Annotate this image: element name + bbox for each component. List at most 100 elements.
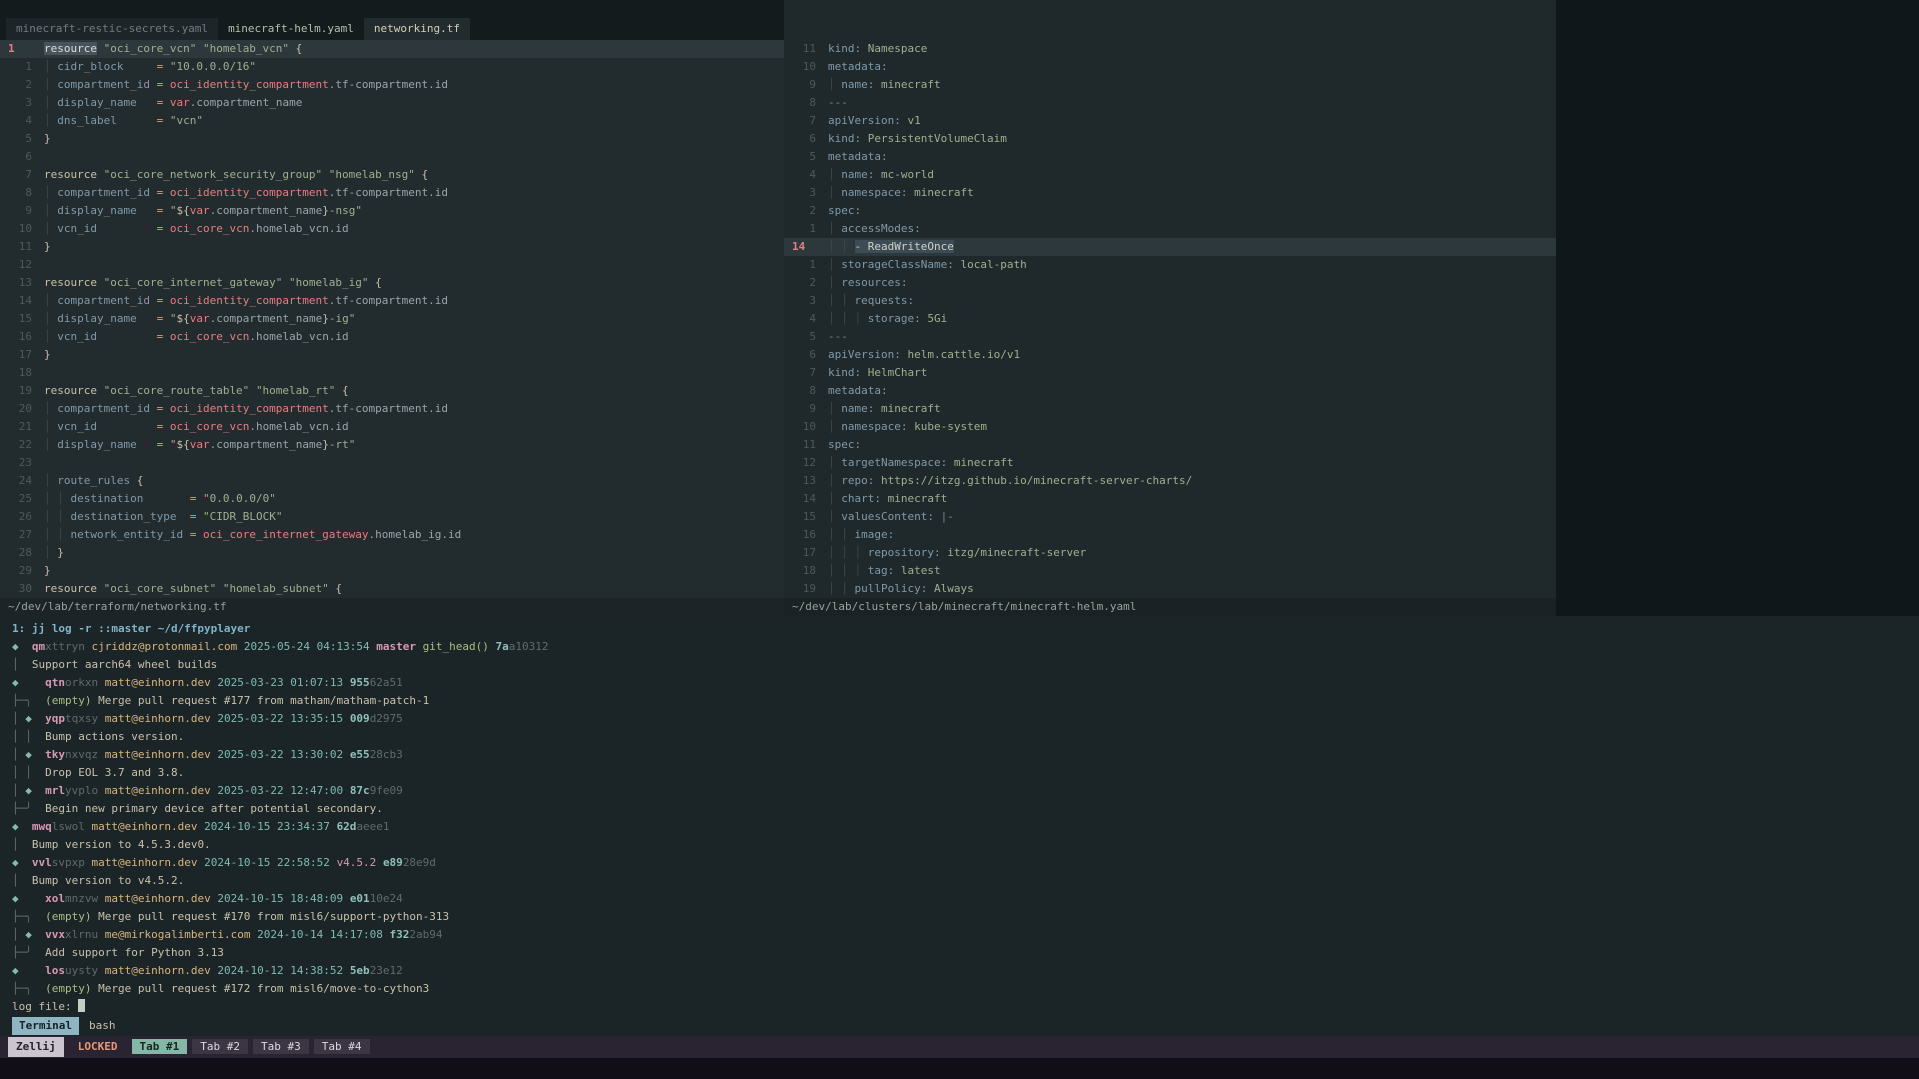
code-line[interactable]: 11spec: [784, 436, 1556, 454]
code-line[interactable]: 8--- [784, 94, 1556, 112]
code-line[interactable]: 1resource "oci_core_vcn" "homelab_vcn" { [0, 40, 784, 58]
tab-inactive[interactable]: Tab #4 [314, 1039, 370, 1054]
code-line[interactable]: 10│ namespace: kube-system [784, 418, 1556, 436]
code-line[interactable]: 21│ vcn_id = oci_core_vcn.homelab_vcn.id [0, 418, 784, 436]
line-number: 7 [784, 364, 818, 382]
buffer-tab[interactable]: minecraft-helm.yaml [218, 18, 364, 40]
code-line[interactable]: 11kind: Namespace [784, 40, 1556, 58]
terminal-prompt-line[interactable]: log file: [0, 998, 1919, 1016]
code-line[interactable]: 12 [0, 256, 784, 274]
code-line[interactable]: 2spec: [784, 202, 1556, 220]
token-p [163, 294, 170, 307]
code-line[interactable]: 15│ valuesContent: |- [784, 508, 1556, 526]
code-line[interactable]: 14│ compartment_id = oci_identity_compar… [0, 292, 784, 310]
left-file-path: ~/dev/lab/terraform/networking.tf [8, 600, 227, 613]
code-line[interactable]: 9│ name: minecraft [784, 76, 1556, 94]
token-k: spec: [828, 204, 861, 217]
code-line[interactable]: 9│ name: minecraft [784, 400, 1556, 418]
line-number: 3 [0, 94, 34, 112]
tab-active[interactable]: Tab #1 [132, 1039, 188, 1054]
code-line[interactable]: 4│ dns_label = "vcn" [0, 112, 784, 130]
code-line[interactable]: 12│ targetNamespace: minecraft [784, 454, 1556, 472]
code-line[interactable]: 8│ compartment_id = oci_identity_compart… [0, 184, 784, 202]
code-line[interactable]: 8metadata: [784, 382, 1556, 400]
token-s: "homelab_vcn" [203, 42, 289, 55]
token-oid2: aeee1 [356, 820, 389, 833]
code-line[interactable]: 13resource "oci_core_internet_gateway" "… [0, 274, 784, 292]
token-g: │ [44, 96, 51, 109]
code-line[interactable]: 15│ display_name = "${var.compartment_na… [0, 310, 784, 328]
code-line[interactable]: 1│ storageClassName: local-path [784, 256, 1556, 274]
code-line[interactable]: 27│ │ network_entity_id = oci_core_inter… [0, 526, 784, 544]
code-line[interactable]: 4│ │ │ storage: 5Gi [784, 310, 1556, 328]
pane-tab-terminal[interactable]: Terminal [12, 1017, 79, 1035]
code-line[interactable]: 7resource "oci_core_network_security_gro… [0, 166, 784, 184]
code-line[interactable]: 23 [0, 454, 784, 472]
code-line[interactable]: 5--- [784, 328, 1556, 346]
token-gh: git_head() [423, 640, 489, 653]
shell-name: bash [89, 1017, 116, 1035]
code-line[interactable]: 17} [0, 346, 784, 364]
code-line[interactable]: 3│ │ requests: [784, 292, 1556, 310]
token-p [137, 204, 157, 217]
right-editor-pane[interactable]: 11kind: Namespace10metadata:9│ name: min… [784, 0, 1556, 616]
code-line[interactable]: 2│ compartment_id = oci_identity_compart… [0, 76, 784, 94]
code-line[interactable]: 1│ cidr_block = "10.0.0.0/16" [0, 58, 784, 76]
code-line[interactable]: 24│ route_rules { [0, 472, 784, 490]
left-editor-pane[interactable]: minecraft-restic-secrets.yamlminecraft-h… [0, 0, 784, 616]
token-ts: 2025-03-22 13:30:02 [217, 748, 343, 761]
code-line[interactable]: 20│ compartment_id = oci_identity_compar… [0, 400, 784, 418]
code-line[interactable]: 1│ accessModes: [784, 220, 1556, 238]
code-line[interactable]: 18│ │ │ tag: latest [784, 562, 1556, 580]
code-line[interactable]: 26│ │ destination_type = "CIDR_BLOCK" [0, 508, 784, 526]
code-line[interactable]: 2│ resources: [784, 274, 1556, 292]
code-line[interactable]: 14│ chart: minecraft [784, 490, 1556, 508]
code-line[interactable]: 14│ │ - ReadWriteOnce [784, 238, 1556, 256]
token-s: itzg/minecraft-server [941, 546, 1087, 559]
code-line[interactable]: 6 [0, 148, 784, 166]
token-p [343, 784, 350, 797]
tab-inactive[interactable]: Tab #3 [253, 1039, 309, 1054]
code-line[interactable]: 7kind: HelmChart [784, 364, 1556, 382]
code-line[interactable]: 25│ │ destination = "0.0.0.0/0" [0, 490, 784, 508]
code-line[interactable]: 29} [0, 562, 784, 580]
code-line[interactable]: 19resource "oci_core_route_table" "homel… [0, 382, 784, 400]
code-line[interactable]: 5metadata: [784, 148, 1556, 166]
code-line[interactable]: 3│ display_name = var.compartment_name [0, 94, 784, 112]
token-p [330, 820, 337, 833]
bufferline: minecraft-restic-secrets.yamlminecraft-h… [0, 0, 784, 40]
code-line[interactable]: 7apiVersion: v1 [784, 112, 1556, 130]
token-ts: 2024-10-15 23:34:37 [204, 820, 330, 833]
token-g: │ [828, 510, 835, 523]
code-line[interactable]: 4│ name: mc-world [784, 166, 1556, 184]
code-line[interactable]: 5} [0, 130, 784, 148]
code-line[interactable]: 10│ vcn_id = oci_core_vcn.homelab_vcn.id [0, 220, 784, 238]
code-line[interactable]: 17│ │ │ repository: itzg/minecraft-serve… [784, 544, 1556, 562]
token-s: minecraft [881, 492, 947, 505]
tab-inactive[interactable]: Tab #2 [192, 1039, 248, 1054]
token-p [848, 582, 855, 595]
code-line[interactable]: 16│ vcn_id = oci_core_vcn.homelab_vcn.id [0, 328, 784, 346]
right-code-area[interactable]: 11kind: Namespace10metadata:9│ name: min… [784, 40, 1556, 598]
code-line[interactable]: 19│ │ pullPolicy: Always [784, 580, 1556, 598]
line-number: 23 [0, 454, 34, 472]
line-number: 26 [0, 508, 34, 526]
terminal-pane[interactable]: 1: jj log -r ::master ~/d/ffpyplayer ◆ q… [0, 616, 1919, 1016]
code-line[interactable]: 22│ display_name = "${var.compartment_na… [0, 436, 784, 454]
code-line[interactable]: 30resource "oci_core_subnet" "homelab_su… [0, 580, 784, 598]
line-number: 5 [0, 130, 34, 148]
code-line[interactable]: 11} [0, 238, 784, 256]
code-line[interactable]: 9│ display_name = "${var.compartment_nam… [0, 202, 784, 220]
code-line[interactable]: 13│ repo: https://itzg.github.io/minecra… [784, 472, 1556, 490]
code-line[interactable]: 18 [0, 364, 784, 382]
buffer-tab[interactable]: minecraft-restic-secrets.yaml [6, 18, 218, 40]
code-line[interactable]: 16│ │ image: [784, 526, 1556, 544]
buffer-tab[interactable]: networking.tf [364, 18, 470, 40]
token-g: │ [841, 240, 848, 253]
code-line[interactable]: 10metadata: [784, 58, 1556, 76]
left-code-area[interactable]: 1resource "oci_core_vcn" "homelab_vcn" {… [0, 40, 784, 598]
code-line[interactable]: 6kind: PersistentVolumeClaim [784, 130, 1556, 148]
code-line[interactable]: 6apiVersion: helm.cattle.io/v1 [784, 346, 1556, 364]
code-line[interactable]: 3│ namespace: minecraft [784, 184, 1556, 202]
code-line[interactable]: 28│ } [0, 544, 784, 562]
